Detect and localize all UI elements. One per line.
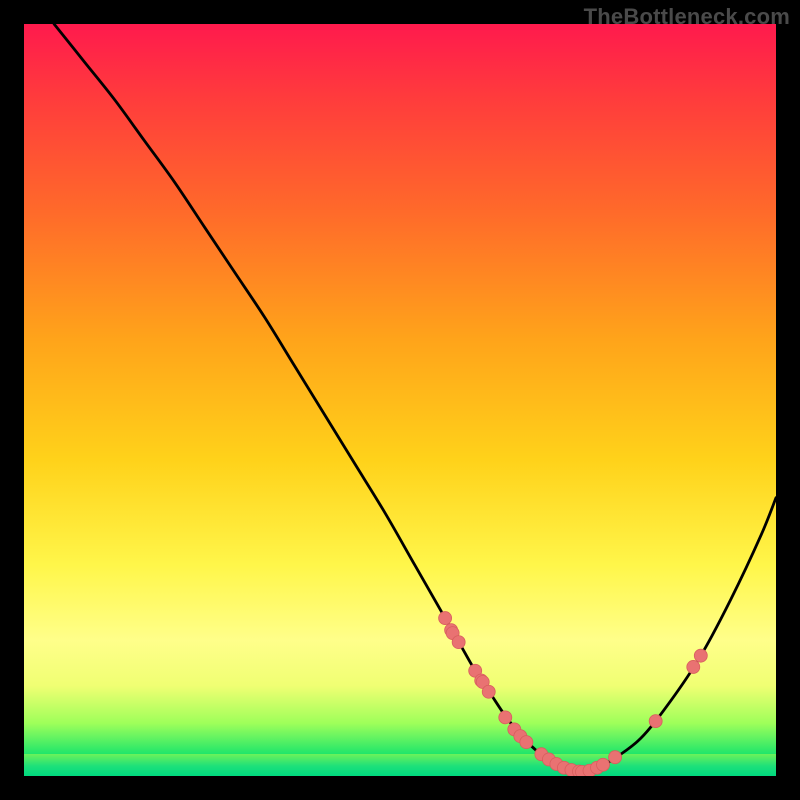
watermark-text: TheBottleneck.com	[584, 4, 790, 30]
curve-svg	[24, 24, 776, 776]
marker-group	[439, 612, 708, 776]
data-marker	[482, 685, 495, 698]
data-marker	[439, 612, 452, 625]
data-marker	[609, 751, 622, 764]
data-marker	[687, 660, 700, 673]
data-marker	[694, 649, 707, 662]
data-marker	[520, 736, 533, 749]
data-marker	[649, 715, 662, 728]
data-marker	[452, 636, 465, 649]
plot-area	[24, 24, 776, 776]
bottleneck-curve	[54, 24, 776, 772]
data-marker	[499, 711, 512, 724]
data-marker	[597, 758, 610, 771]
